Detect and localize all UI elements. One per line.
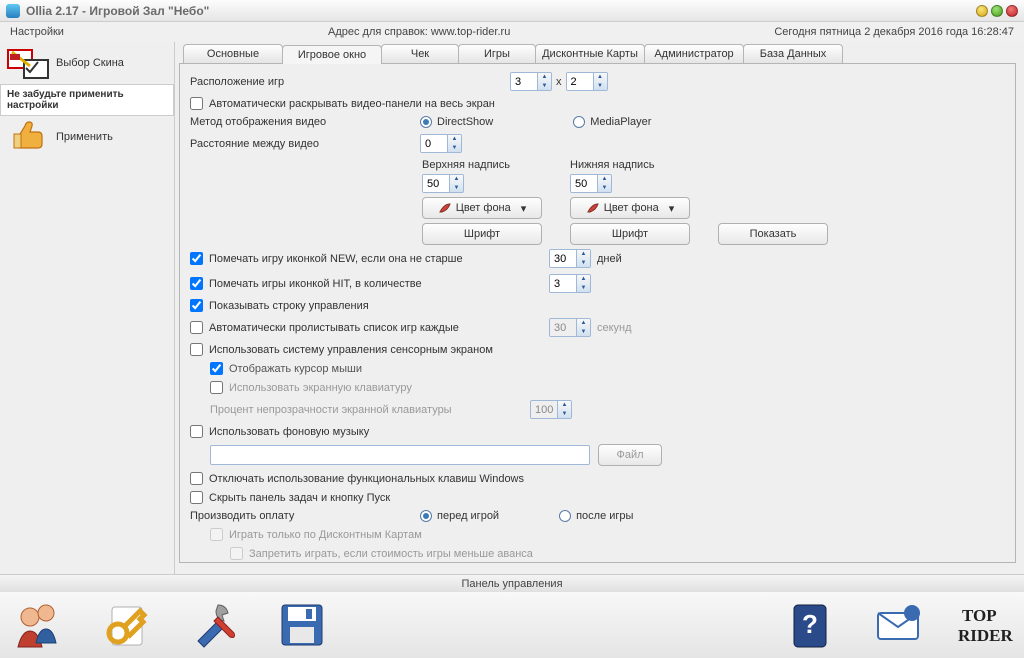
tab-main[interactable]: Основные [183,44,283,63]
app-icon [6,4,20,18]
window-buttons [976,5,1018,17]
mark-new-label: Помечать игру иконкой NEW, если она не с… [209,253,549,265]
tab-database[interactable]: База Данных [743,44,843,63]
mark-hit-check[interactable] [190,277,203,290]
days-label: дней [597,253,622,265]
status-bar: Панель управления [0,574,1024,592]
sidebar-item-apply[interactable]: Применить [0,116,174,158]
window-title: Ollia 2.17 - Игровой Зал "Небо" [26,4,209,18]
titlebar: Ollia 2.17 - Игровой Зал "Небо" [0,0,1024,22]
kbd-label: Использовать экранную клавиатуру [229,382,412,394]
top-color-button[interactable]: Цвет фона▾ [422,197,542,219]
cols-stepper[interactable]: ▲▼ [510,72,552,91]
kbd-opacity-stepper: ▲▼ [530,400,572,419]
radio-before-game[interactable] [420,510,432,522]
bottom-caption-label: Нижняя надпись [570,159,700,171]
mark-hit-label: Помечать игры иконкой HIT, в количестве [209,278,549,290]
hit-stepper[interactable]: ▲▼ [549,274,591,293]
top-font-button[interactable]: Шрифт [422,223,542,245]
tab-admin[interactable]: Администратор [644,44,744,63]
cursor-check[interactable] [210,362,223,375]
close-button[interactable] [1006,5,1018,17]
maximize-button[interactable] [991,5,1003,17]
bottom-color-button[interactable]: Цвет фона▾ [570,197,690,219]
bottom-font-button[interactable]: Шрифт [570,223,690,245]
hide-taskbar-label: Скрыть панель задач и кнопку Пуск [209,492,390,504]
auto-scroll-label: Автоматически пролистывать список игр ка… [209,322,549,334]
kbd-opacity-label: Процент непрозрачности экранной клавиату… [210,404,530,416]
bg-music-check[interactable] [190,425,203,438]
touch-check[interactable] [190,343,203,356]
sidebar-item-label: Применить [56,131,113,143]
tab-body: Расположение игр ▲▼ х ▲▼ Автоматически р… [179,63,1016,563]
forbid-cost-check [230,547,243,560]
discount-only-label: Играть только по Дисконтным Картам [229,529,422,541]
key-icon[interactable] [98,597,154,653]
disable-winkeys-label: Отключать использование функциональных к… [209,473,524,485]
infobar-left: Настройки [10,26,64,38]
games-layout-label: Расположение игр [190,76,410,88]
show-ctrl-label: Показывать строку управления [209,300,369,312]
payment-label: Производить оплату [190,510,420,522]
sidebar-note: Не забудьте применить настройки [0,84,174,116]
top-caption-stepper[interactable]: ▲▼ [422,174,464,193]
mail-icon[interactable] [870,597,926,653]
show-button[interactable]: Показать [718,223,828,245]
rows-stepper[interactable]: ▲▼ [566,72,608,91]
tab-discount[interactable]: Дисконтные Карты [535,44,645,63]
thumbs-up-icon [6,120,50,154]
disable-winkeys-check[interactable] [190,472,203,485]
sidebar: Выбор Скина Не забудьте применить настро… [0,42,175,574]
bottom-toolbar: ? TOPRIDER [0,592,1024,658]
auto-expand-check[interactable] [190,97,203,110]
seconds-stepper: ▲▼ [549,318,591,337]
info-bar: Настройки Адрес для справок: www.top-rid… [0,22,1024,42]
tabs: Основные Игровое окно Чек Игры Дисконтны… [183,44,1016,63]
kbd-check[interactable] [210,381,223,394]
radio-after-game[interactable] [559,510,571,522]
tab-games[interactable]: Игры [458,44,536,63]
minimize-button[interactable] [976,5,988,17]
auto-expand-label: Автоматически раскрывать видео-панели на… [209,98,495,110]
seconds-label: секунд [597,322,632,334]
brush-icon [438,202,452,214]
video-distance-label: Расстояние между видео [190,138,410,150]
music-path-input[interactable] [210,445,590,465]
tab-game-window[interactable]: Игровое окно [282,45,382,64]
bg-music-label: Использовать фоновую музыку [209,426,369,438]
video-method-label: Метод отображения видео [190,116,410,128]
bottom-caption-stepper[interactable]: ▲▼ [570,174,612,193]
video-distance-stepper[interactable]: ▲▼ [420,134,462,153]
show-ctrl-check[interactable] [190,299,203,312]
tools-icon[interactable] [186,597,242,653]
infobar-center: Адрес для справок: www.top-rider.ru [64,26,774,38]
forbid-cost-label: Запретить играть, если стоимость игры ме… [249,548,533,560]
x-label: х [556,76,562,88]
brush-icon [586,202,600,214]
help-icon[interactable]: ? [782,597,838,653]
skin-chooser-icon [6,46,50,80]
file-button[interactable]: Файл [598,444,662,466]
discount-only-check [210,528,223,541]
users-icon[interactable] [10,597,66,653]
top-caption-label: Верхняя надпись [422,159,552,171]
radio-mediaplayer[interactable] [573,116,585,128]
svg-text:RIDER: RIDER [958,626,1014,645]
sidebar-item-label: Выбор Скина [56,57,124,69]
save-icon[interactable] [274,597,330,653]
hide-taskbar-check[interactable] [190,491,203,504]
svg-text:TOP: TOP [962,606,997,625]
logo-icon[interactable]: TOPRIDER [958,597,1014,653]
touch-label: Использовать систему управления сенсорны… [209,344,493,356]
mark-new-check[interactable] [190,252,203,265]
infobar-right: Сегодня пятница 2 декабря 2016 года 16:2… [774,26,1014,38]
sidebar-item-skins[interactable]: Выбор Скина [0,42,174,84]
tab-check[interactable]: Чек [381,44,459,63]
svg-text:?: ? [802,609,818,639]
radio-directshow[interactable] [420,116,432,128]
cursor-label: Отображать курсор мыши [229,363,362,375]
days-stepper[interactable]: ▲▼ [549,249,591,268]
auto-scroll-check[interactable] [190,321,203,334]
